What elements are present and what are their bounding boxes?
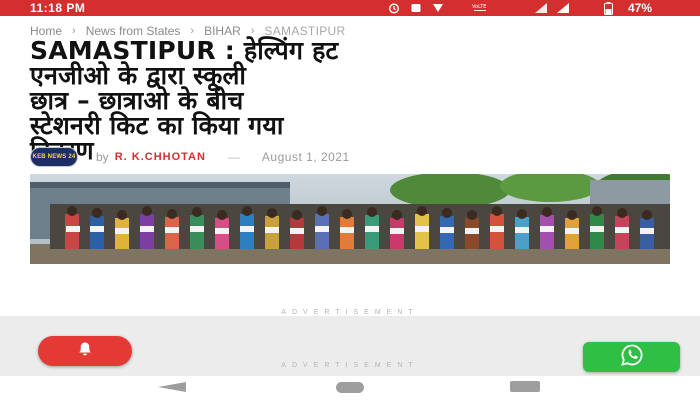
whatsapp-share-button[interactable] <box>583 342 680 372</box>
alarm-icon <box>388 2 400 14</box>
author-link[interactable]: R. K.CHHOTAN <box>115 151 206 163</box>
author-avatar[interactable]: KEB NEWS 24 <box>30 147 78 167</box>
publish-date: August 1, 2021 <box>261 150 350 164</box>
bell-icon <box>76 340 94 363</box>
advertisement-label: ADVERTISEMENT <box>281 309 419 316</box>
notification-bell-button[interactable] <box>38 336 132 366</box>
notification-icon <box>410 2 422 14</box>
title-line: एनजीओ के द्वारा स्कूली <box>30 61 247 90</box>
wifi-icon <box>534 2 548 14</box>
battery-percentage: 47% <box>628 1 653 15</box>
home-icon[interactable] <box>336 382 364 393</box>
svg-text:VoLTE: VoLTE <box>472 4 486 10</box>
recents-icon[interactable] <box>510 381 540 392</box>
status-time: 11:18 PM <box>30 1 86 15</box>
signal-icon <box>556 2 570 14</box>
article-title: SAMASTIPUR : हेल्पिंग हट एनजीओ के द्वारा… <box>30 38 670 163</box>
title-line: स्टेशनरी किट का किया गया <box>30 111 284 140</box>
status-bar: 11:18 PM VoLTE 47% <box>0 0 700 16</box>
sound-icon <box>432 2 444 14</box>
article-featured-image[interactable] <box>30 174 670 264</box>
title-line: SAMASTIPUR : हेल्पिंग हट <box>30 36 339 65</box>
system-navigation-bar <box>0 376 700 400</box>
avatar-logo-text: KEB NEWS 24 <box>32 154 76 160</box>
title-line: छात्र – छात्राओ के बीच <box>30 86 244 115</box>
volte-icon: VoLTE <box>470 2 492 14</box>
whatsapp-icon <box>620 343 644 372</box>
meta-separator: — <box>227 150 240 164</box>
article-meta: KEB NEWS 24 by R. K.CHHOTAN — August 1, … <box>30 146 350 168</box>
by-label: by <box>96 150 109 164</box>
back-icon[interactable] <box>158 382 186 392</box>
battery-icon <box>604 1 613 15</box>
